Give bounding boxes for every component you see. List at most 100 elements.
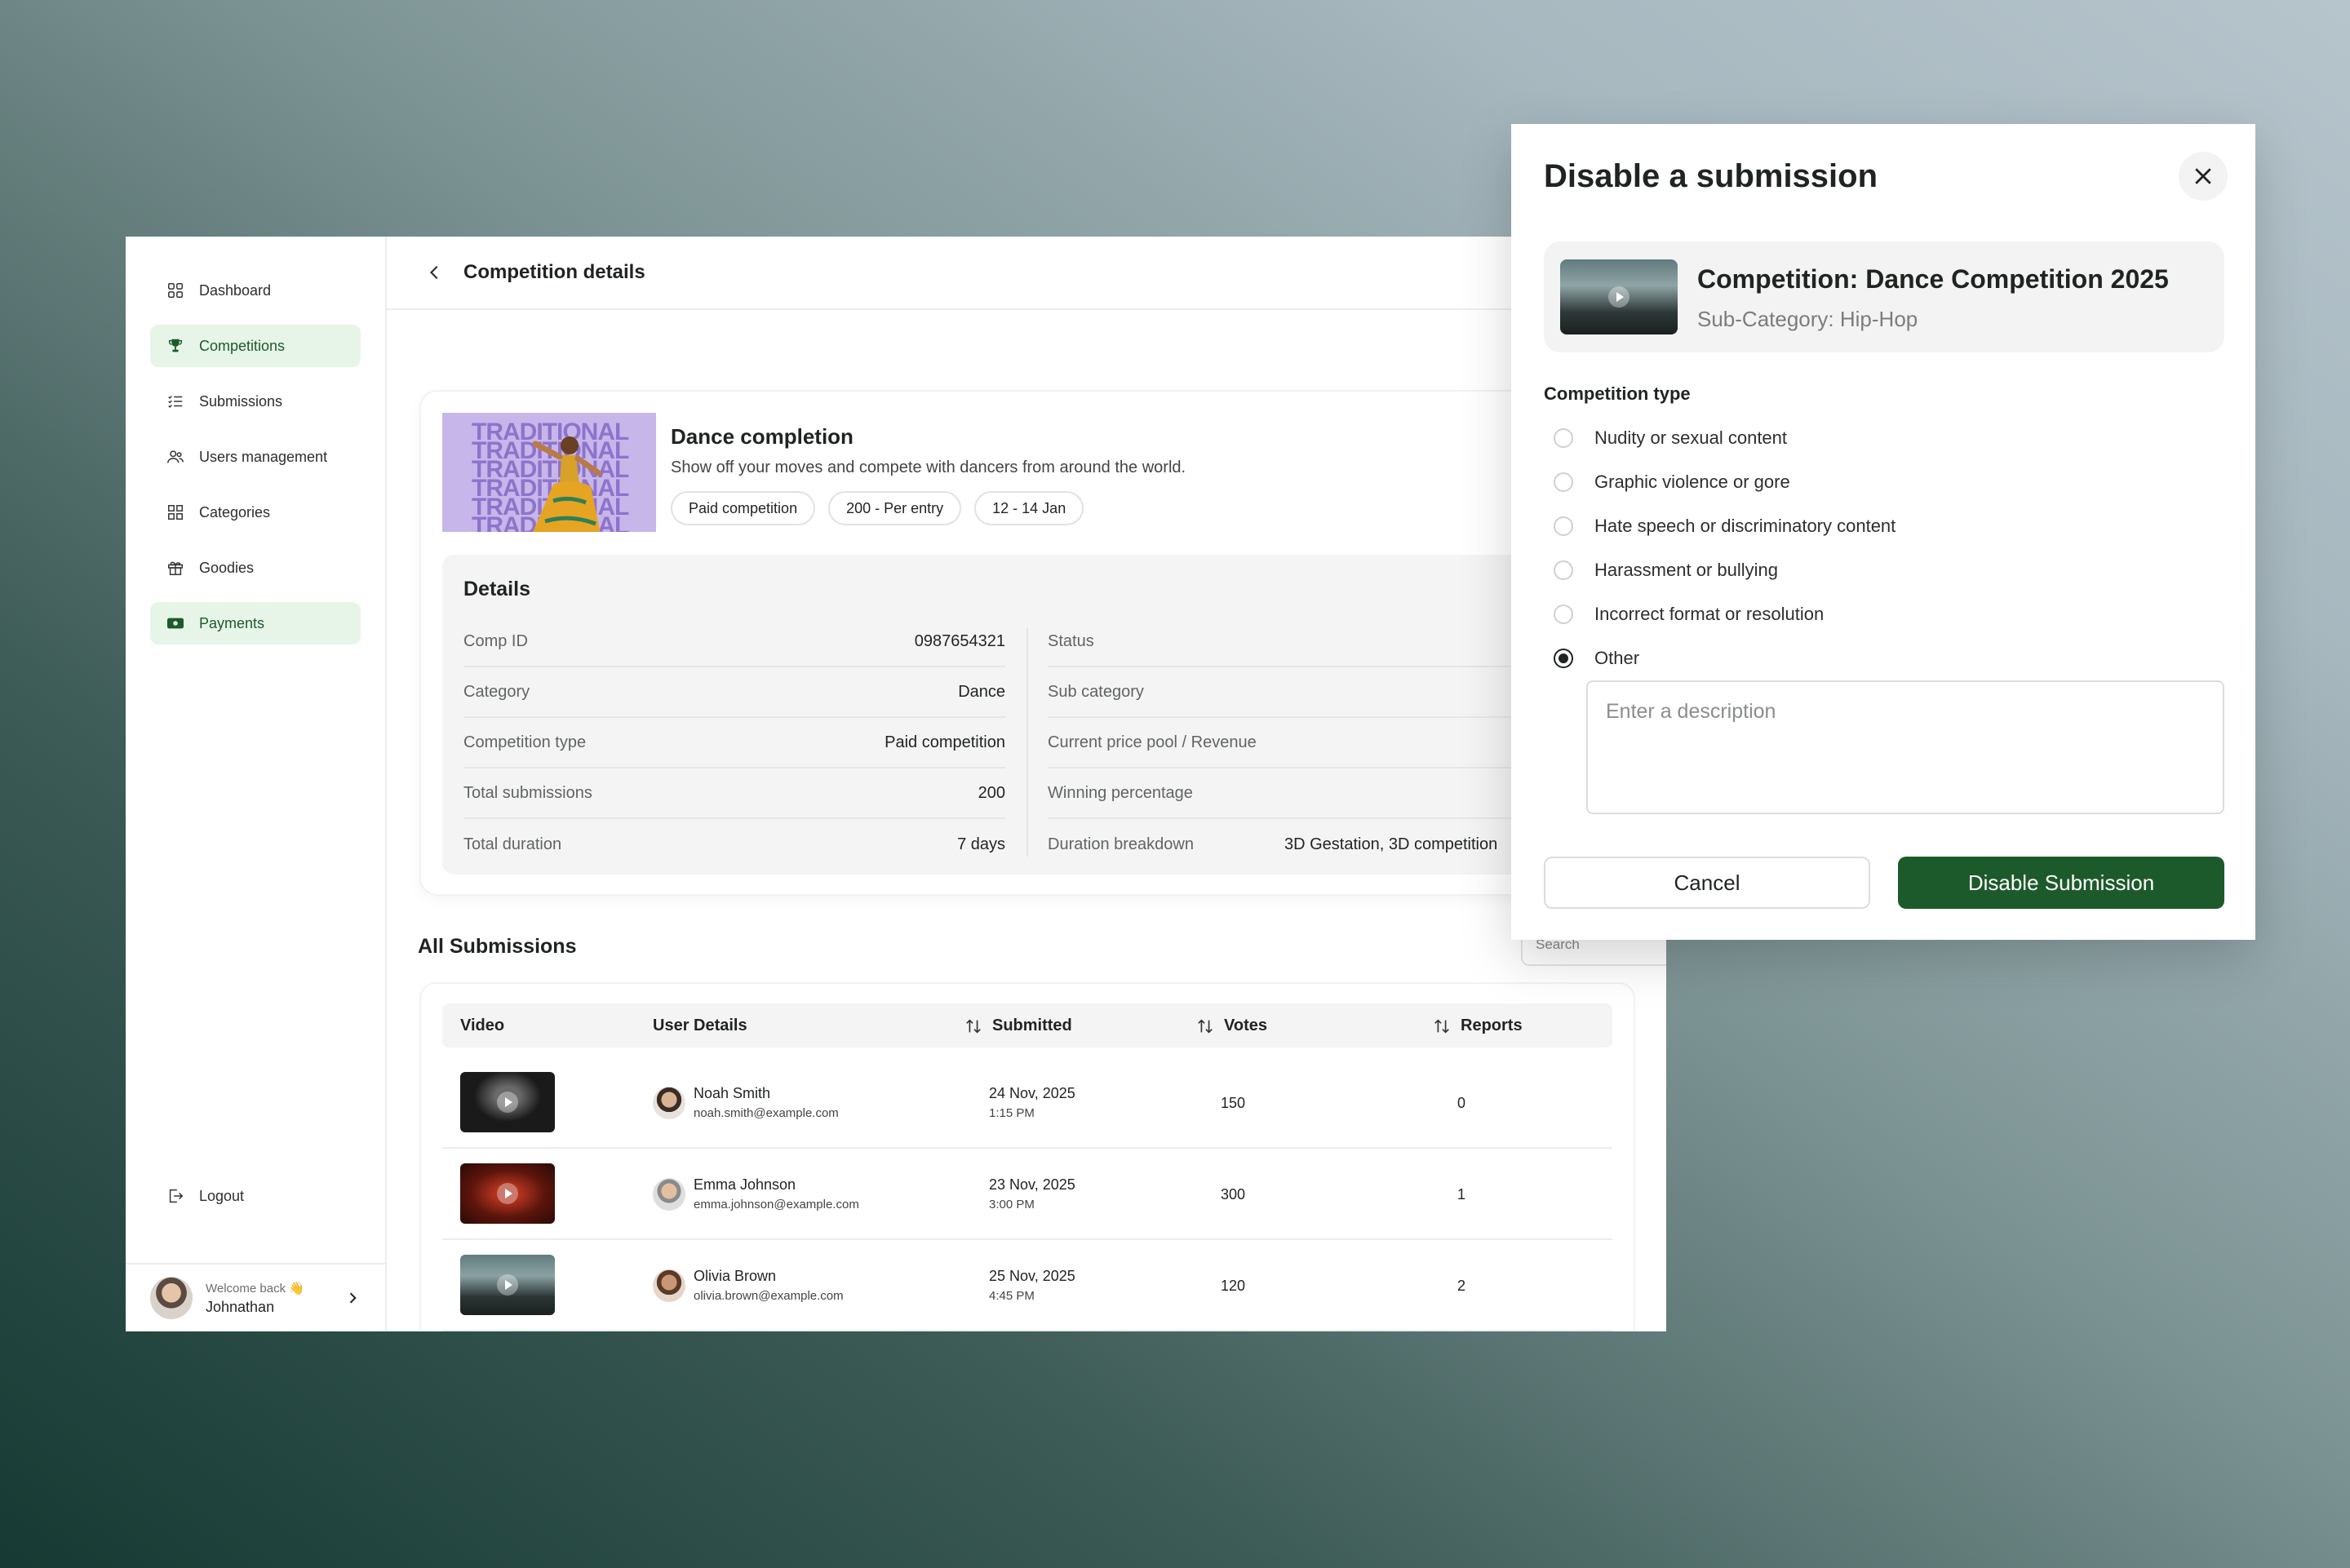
video-thumbnail[interactable] <box>1560 259 1678 334</box>
cancel-button[interactable]: Cancel <box>1544 857 1870 909</box>
thumbnail-overlay <box>1560 259 1678 334</box>
option-label: Incorrect format or resolution <box>1594 604 1825 624</box>
avatar <box>150 1277 193 1319</box>
votes-count: 300 <box>1221 1186 1246 1203</box>
radio-button-selected[interactable] <box>1554 649 1573 668</box>
reason-option-format[interactable]: Incorrect format or resolution <box>1554 602 1824 627</box>
sidebar-item-label: Goodies <box>199 559 255 576</box>
user-email: emma.johnson@example.com <box>694 1198 859 1211</box>
radio-button[interactable] <box>1554 560 1573 580</box>
logout-button[interactable]: Logout <box>150 1175 362 1217</box>
disable-submission-button[interactable]: Disable Submission <box>1898 857 2224 909</box>
header-label: Reports <box>1461 1017 1523 1034</box>
detail-key: Status <box>1048 631 1094 650</box>
subcategory-label: Sub-Category: Hip-Hop <box>1697 307 1918 331</box>
competition-chips: Paid competition 200 - Per entry 12 - 14… <box>671 491 1084 525</box>
sidebar-item-competitions[interactable]: Competitions <box>150 325 361 367</box>
sidebar-item-categories[interactable]: Categories <box>150 491 361 534</box>
sidebar-item-label: Submissions <box>199 392 283 410</box>
play-icon[interactable] <box>497 1274 518 1296</box>
column-header-reports[interactable]: Reports <box>1433 1017 1523 1035</box>
sidebar-item-label: Users management <box>199 448 328 465</box>
submitted-time: 3:00 PM <box>989 1198 1035 1211</box>
user-name: Emma Johnson <box>694 1176 796 1193</box>
detail-key: Duration breakdown <box>1048 835 1194 853</box>
detail-key: Sub category <box>1048 682 1144 701</box>
video-thumbnail[interactable] <box>460 1072 555 1132</box>
avatar <box>653 1178 685 1211</box>
table-row[interactable]: Olivia Brown olivia.brown@example.com 25… <box>442 1240 1612 1331</box>
option-label: Harassment or bullying <box>1594 560 1778 580</box>
back-arrow-icon[interactable] <box>426 264 444 281</box>
sidebar-item-label: Dashboard <box>199 281 272 299</box>
page-header: Competition details <box>387 237 1666 310</box>
reason-option-hate-speech[interactable]: Hate speech or discriminatory content <box>1554 514 1896 538</box>
competition-banner-image: TRADITIONAL TRADITIONAL TRADITIONAL TRAD… <box>442 413 656 532</box>
sidebar-item-payments[interactable]: Payments <box>150 602 361 644</box>
reports-count: 2 <box>1457 1278 1466 1294</box>
sidebar-item-dashboard[interactable]: Dashboard <box>150 269 361 312</box>
sort-icon[interactable] <box>1433 1017 1451 1035</box>
column-header-submitted[interactable]: Submitted <box>964 1017 1072 1035</box>
column-header-votes[interactable]: Votes <box>1196 1017 1267 1035</box>
chip-entry-fee: 200 - Per entry <box>828 491 962 525</box>
detail-key: Winning percentage <box>1048 783 1193 802</box>
reason-option-harassment[interactable]: Harassment or bullying <box>1554 558 1778 582</box>
detail-key: Competition type <box>463 733 587 751</box>
welcome-text: Welcome back 👋 <box>206 1281 304 1296</box>
submissions-title: All Submissions <box>418 935 577 958</box>
detail-value: 0987654321 <box>914 631 1005 650</box>
reason-option-other[interactable]: Other <box>1554 646 1639 671</box>
column-header-video: Video <box>460 1017 504 1035</box>
submissions-table: Video User Details Submitted Votes Repor… <box>421 984 1634 1331</box>
sidebar: Dashboard Competitions Submissions Users… <box>126 237 387 1331</box>
sidebar-item-goodies[interactable]: Goodies <box>150 547 361 589</box>
users-icon <box>167 450 184 463</box>
reason-option-nudity[interactable]: Nudity or sexual content <box>1554 426 1787 450</box>
competition-type-label: Competition type <box>1544 383 1691 404</box>
radio-button[interactable] <box>1554 472 1573 492</box>
table-row[interactable]: Emma Johnson emma.johnson@example.com 23… <box>442 1149 1612 1240</box>
video-thumbnail[interactable] <box>460 1255 555 1315</box>
reports-count: 0 <box>1457 1095 1466 1111</box>
avatar <box>653 1087 685 1119</box>
user-email: olivia.brown@example.com <box>694 1289 844 1303</box>
table-row[interactable]: Noah Smith noah.smith@example.com 24 Nov… <box>442 1057 1612 1149</box>
user-name: Olivia Brown <box>694 1268 777 1284</box>
close-icon <box>2195 168 2211 184</box>
detail-key: Category <box>463 682 530 701</box>
radio-button[interactable] <box>1554 605 1573 624</box>
submitted-time: 4:45 PM <box>989 1289 1035 1303</box>
radio-button[interactable] <box>1554 516 1573 536</box>
logout-label: Logout <box>199 1187 245 1204</box>
play-icon[interactable] <box>1608 286 1629 308</box>
sidebar-item-users-management[interactable]: Users management <box>150 436 361 478</box>
competition-title: Competition: Dance Competition 2025 <box>1697 264 2169 294</box>
submitted-date: 25 Nov, 2025 <box>989 1268 1075 1284</box>
description-textarea[interactable]: Enter a description <box>1586 680 2224 814</box>
reason-option-violence[interactable]: Graphic violence or gore <box>1554 470 1790 494</box>
header-label: User Details <box>653 1017 747 1034</box>
detail-key: Total duration <box>463 835 562 853</box>
detail-key: Total submissions <box>463 783 592 802</box>
play-icon[interactable] <box>497 1183 518 1204</box>
details-panel: Details Comp ID 0987654321 Category Dance … <box>442 555 1652 875</box>
money-icon <box>167 618 184 629</box>
page-title: Competition details <box>463 261 645 283</box>
chevron-right-icon[interactable] <box>344 1290 361 1306</box>
profile-username: Johnathan <box>206 1298 275 1315</box>
reports-count: 1 <box>1457 1186 1466 1203</box>
detail-row: Total duration 7 days <box>463 819 1005 870</box>
profile-footer[interactable]: Welcome back 👋 Johnathan <box>126 1263 385 1331</box>
radio-button[interactable] <box>1554 428 1573 448</box>
sidebar-nav: Dashboard Competitions Submissions Users… <box>126 237 385 644</box>
submission-summary-card: Competition: Dance Competition 2025 Sub-… <box>1544 241 2224 352</box>
close-button[interactable] <box>2179 152 2228 201</box>
sort-icon[interactable] <box>1196 1017 1214 1035</box>
play-icon[interactable] <box>497 1092 518 1113</box>
submitted-date: 24 Nov, 2025 <box>989 1085 1075 1101</box>
sidebar-item-submissions[interactable]: Submissions <box>150 380 361 423</box>
sort-icon[interactable] <box>964 1017 982 1035</box>
video-thumbnail[interactable] <box>460 1163 555 1224</box>
details-divider <box>1026 628 1028 857</box>
